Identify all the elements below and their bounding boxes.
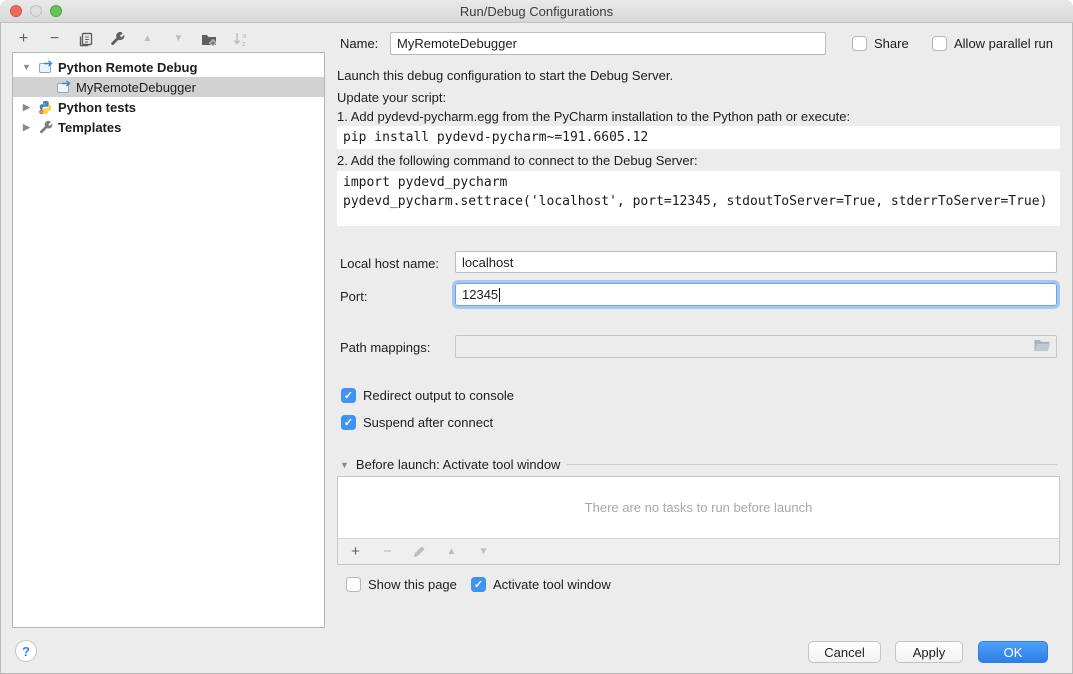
move-down-icon: ▼ (170, 31, 187, 48)
expander-closed-icon[interactable]: ▶ (21, 122, 32, 133)
sort-alphabetically-icon: a z (232, 31, 249, 48)
suspend-after-connect-checkbox[interactable]: ✓ (341, 415, 356, 430)
port-label: Port: (340, 289, 367, 304)
copy-configuration-icon[interactable] (77, 31, 94, 48)
tree-item-label: Python Remote Debug (58, 60, 197, 75)
help-button[interactable]: ? (15, 640, 37, 662)
configurations-toolbar: + − ▲ ▼ a z (15, 30, 249, 48)
suspend-after-connect-label: Suspend after connect (363, 415, 493, 430)
move-up-icon: ▲ (139, 31, 156, 48)
collapse-section-icon[interactable]: ▼ (340, 460, 349, 470)
tree-item-label: MyRemoteDebugger (76, 80, 196, 95)
empty-tasks-message: There are no tasks to run before launch (338, 477, 1059, 539)
intro-text: Launch this debug configuration to start… (337, 68, 673, 83)
title-bar[interactable]: Run/Debug Configurations (0, 0, 1073, 23)
add-configuration-icon[interactable]: + (15, 31, 32, 48)
step1-text: 1. Add pydevd-pycharm.egg from the PyCha… (337, 109, 850, 124)
show-this-page-label: Show this page (368, 577, 457, 592)
new-folder-icon[interactable] (201, 31, 218, 48)
zoom-window-button[interactable] (50, 5, 62, 17)
before-launch-title: Before launch: Activate tool window (356, 457, 561, 472)
tree-item-label: Python tests (58, 100, 136, 115)
minimize-window-button (30, 5, 42, 17)
run-config-icon (37, 59, 53, 75)
path-mappings-input[interactable] (455, 335, 1057, 358)
allow-parallel-run-label: Allow parallel run (954, 36, 1053, 51)
tasks-toolbar: + − ▲ ▼ (338, 539, 1059, 564)
edit-defaults-wrench-icon[interactable] (108, 31, 125, 48)
name-value: MyRemoteDebugger (397, 36, 517, 51)
configurations-tree: ▼ Python Remote Debug MyRemoteDebugger ▶ (12, 52, 325, 628)
tree-item-label: Templates (58, 120, 121, 135)
redirect-output-label: Redirect output to console (363, 388, 514, 403)
tree-item-templates[interactable]: ▶ Templates (13, 117, 324, 137)
section-divider (567, 464, 1057, 465)
share-checkbox-row[interactable]: ✓ Share (852, 36, 909, 51)
redirect-output-checkbox[interactable]: ✓ (341, 388, 356, 403)
local-host-name-label: Local host name: (340, 256, 439, 271)
svg-text:z: z (242, 39, 246, 47)
cancel-button[interactable]: Cancel (808, 641, 881, 663)
settrace-code-block: import pydevd_pycharmpydevd_pycharm.sett… (337, 171, 1060, 226)
share-checkbox[interactable]: ✓ (852, 36, 867, 51)
ok-button[interactable]: OK (978, 641, 1048, 663)
activate-tool-window-checkbox[interactable]: ✓ (471, 577, 486, 592)
allow-parallel-run-checkbox-row[interactable]: ✓ Allow parallel run (932, 36, 1053, 51)
run-debug-configurations-dialog: Run/Debug Configurations + − ▲ ▼ a z ▼ (0, 0, 1073, 674)
activate-tool-window-label: Activate tool window (493, 577, 611, 592)
remove-configuration-icon[interactable]: − (46, 31, 63, 48)
templates-wrench-icon (37, 119, 53, 135)
local-host-name-input[interactable]: localhost (455, 251, 1057, 273)
expander-closed-icon[interactable]: ▶ (21, 102, 32, 113)
python-tests-icon (37, 99, 53, 115)
close-window-button[interactable] (10, 5, 22, 17)
tree-item-myremotedebugger[interactable]: MyRemoteDebugger (13, 77, 324, 97)
apply-button[interactable]: Apply (895, 641, 963, 663)
browse-folder-icon[interactable] (1034, 339, 1050, 355)
remove-task-icon: − (379, 543, 396, 560)
text-cursor (499, 288, 500, 302)
move-task-down-icon: ▼ (475, 543, 492, 560)
suspend-after-connect-row[interactable]: ✓ Suspend after connect (341, 415, 493, 430)
port-input[interactable]: 12345 (455, 283, 1057, 306)
before-launch-header[interactable]: ▼ Before launch: Activate tool window (340, 457, 1057, 472)
show-this-page-checkbox[interactable]: ✓ (346, 577, 361, 592)
port-value: 12345 (462, 287, 498, 302)
pip-install-code-block: pip install pydevd-pycharm~=191.6605.12 (337, 126, 1060, 149)
path-mappings-label: Path mappings: (340, 340, 430, 355)
edit-task-pencil-icon (411, 543, 428, 560)
run-config-icon (55, 79, 71, 95)
before-launch-tasks-panel: There are no tasks to run before launch … (337, 476, 1060, 565)
expander-open-icon[interactable]: ▼ (21, 62, 32, 72)
allow-parallel-run-checkbox[interactable]: ✓ (932, 36, 947, 51)
name-input[interactable]: MyRemoteDebugger (390, 32, 826, 55)
tree-item-python-tests[interactable]: ▶ Python tests (13, 97, 324, 117)
redirect-output-row[interactable]: ✓ Redirect output to console (341, 388, 514, 403)
tree-item-python-remote-debug[interactable]: ▼ Python Remote Debug (13, 57, 324, 77)
move-task-up-icon: ▲ (443, 543, 460, 560)
update-script-text: Update your script: (337, 90, 446, 105)
window-title: Run/Debug Configurations (460, 4, 613, 19)
activate-tool-window-row[interactable]: ✓ Activate tool window (471, 577, 611, 592)
show-this-page-row[interactable]: ✓ Show this page (346, 577, 457, 592)
step2-text: 2. Add the following command to connect … (337, 153, 698, 168)
share-label: Share (874, 36, 909, 51)
name-label: Name: (340, 36, 378, 51)
local-host-name-value: localhost (462, 255, 513, 270)
add-task-icon[interactable]: + (347, 543, 364, 560)
